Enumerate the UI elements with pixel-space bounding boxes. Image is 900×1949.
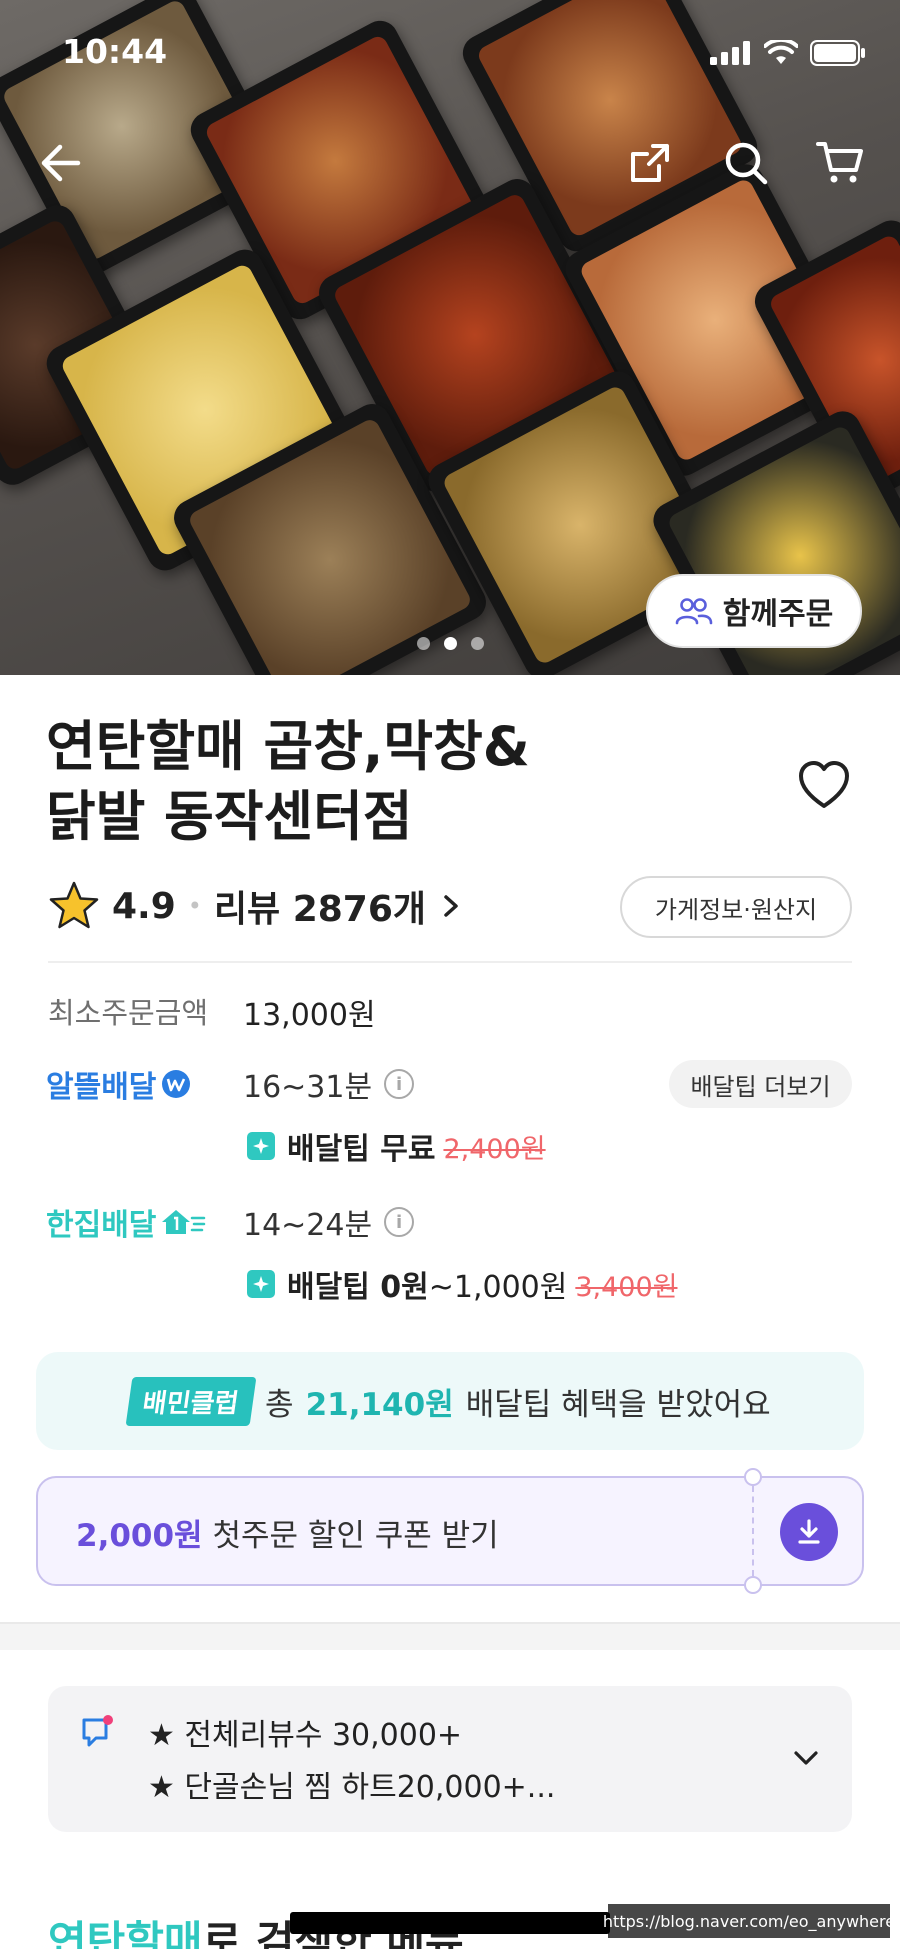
club-amount: 21,140원 <box>305 1386 454 1423</box>
chevron-down-icon[interactable] <box>790 1742 822 1774</box>
coupon-label: 첫주문 할인 쿠폰 받기 <box>212 1518 499 1554</box>
menu-heading-brand: 연탄할매 <box>48 1917 203 1949</box>
first-order-coupon[interactable]: 2,000원 첫주문 할인 쿠폰 받기 <box>36 1468 864 1594</box>
hanjip-time-row: 14~24분 i <box>243 1200 415 1244</box>
heart-icon <box>799 761 849 808</box>
back-arrow-icon <box>41 144 81 182</box>
baemin-club-banner[interactable]: 배민클럽 총 21,140원 배달팁 혜택을 받았어요 <box>36 1352 864 1450</box>
carousel-dot <box>470 637 484 650</box>
altteul-tip-label: 배달팁 무료 <box>287 1132 436 1167</box>
hanjip-tip-original: 3,400원 <box>575 1271 678 1303</box>
signal-icon <box>710 41 750 65</box>
altteul-tip-original: 2,400원 <box>443 1133 546 1165</box>
coupon-text: 2,000원 첫주문 할인 쿠폰 받기 <box>76 1510 499 1555</box>
coupon-separator <box>752 1486 754 1576</box>
blog-watermark: https://blog.naver.com/eo_anywhere <box>603 1904 895 1938</box>
star-icon <box>49 881 99 929</box>
baemin-club-badge: 배민클럽 <box>125 1376 257 1426</box>
altteul-tip-row: 배달팁 무료 2,400원 <box>247 1124 546 1168</box>
section-gap <box>0 1622 900 1650</box>
wifi-icon <box>764 40 798 64</box>
club-star-badge-icon <box>247 1132 275 1160</box>
notice-icon <box>82 1715 113 1747</box>
status-time: 10:44 <box>62 32 168 71</box>
house-badge-icon <box>162 1210 206 1234</box>
min-order-label: 최소주문금액 <box>48 996 209 1030</box>
cart-icon <box>816 142 863 183</box>
store-notice[interactable]: ★ 전체리뷰수 30,000+ ★ 단골손님 찜 하트20,000+... <box>48 1686 852 1832</box>
notice-line-2: ★ 단골손님 찜 하트20,000+... <box>148 1770 556 1805</box>
store-info-button[interactable]: 가게정보·원산지 <box>620 876 852 938</box>
altteul-delivery-brand: 알뜰배달 <box>46 1062 192 1106</box>
search-button[interactable] <box>718 135 774 191</box>
download-icon <box>798 1519 820 1544</box>
info-icon[interactable]: i <box>384 1069 415 1099</box>
cart-button[interactable] <box>812 135 868 191</box>
hanjip-tip-range: ~1,000원 <box>428 1270 568 1305</box>
altteul-brand-label: 알뜰배달 <box>46 1070 157 1105</box>
hanjip-time: 14~24분 <box>243 1208 373 1243</box>
back-button[interactable] <box>32 135 88 191</box>
divider <box>48 961 852 963</box>
hanjip-tip-row: 배달팁 0원 ~1,000원 3,400원 <box>247 1262 677 1306</box>
coupon-amount: 2,000원 <box>76 1518 203 1554</box>
min-order-value: 13,000원 <box>243 998 376 1033</box>
review-count: 리뷰 2876개 <box>213 889 427 930</box>
people-icon <box>675 598 713 625</box>
rating-separator: • <box>187 892 202 920</box>
coupon-download-button[interactable] <box>780 1503 838 1561</box>
won-badge-icon <box>162 1070 191 1098</box>
store-name-line2: 닭발 동작센터점 <box>46 785 413 848</box>
store-name: 연탄할매 곱창,막창& 닭발 동작센터점 <box>46 712 606 852</box>
carousel-dot-active <box>443 637 457 650</box>
favorite-button[interactable] <box>796 758 852 814</box>
notice-line-1: ★ 전체리뷰수 30,000+ <box>148 1718 463 1753</box>
more-tip-button[interactable]: 배달팁 더보기 <box>669 1060 852 1108</box>
share-icon <box>631 144 669 182</box>
status-icons <box>710 40 866 66</box>
club-prefix: 총 <box>265 1386 294 1423</box>
hanjip-tip-bold: 배달팁 0원 <box>287 1270 429 1305</box>
coupon-notch <box>744 1576 762 1594</box>
chevron-right-icon <box>444 895 458 917</box>
club-star-badge-icon <box>247 1270 275 1298</box>
altteul-time: 16~31분 <box>243 1070 373 1105</box>
share-button[interactable] <box>622 135 678 191</box>
rating-score: 4.9 <box>112 885 176 927</box>
info-icon[interactable]: i <box>384 1207 415 1237</box>
coupon-notch <box>744 1468 762 1486</box>
altteul-time-row: 16~31분 i <box>243 1062 415 1106</box>
group-order-button[interactable]: 함께주문 <box>646 574 862 648</box>
search-icon <box>725 142 768 185</box>
group-order-label: 함께주문 <box>722 597 834 632</box>
hanjip-delivery-brand: 한집배달 <box>46 1200 206 1244</box>
hanjip-brand-label: 한집배달 <box>46 1208 157 1243</box>
rating-row[interactable]: 4.9 • 리뷰 2876개 <box>48 876 464 936</box>
store-name-line1: 연탄할매 곱창,막창& <box>46 715 530 778</box>
redaction-bar <box>290 1912 610 1934</box>
club-suffix: 배달팁 혜택을 받았어요 <box>465 1386 771 1423</box>
carousel-dot <box>416 637 430 650</box>
store-hero-image[interactable]: 10:44 함께주문 <box>0 0 900 675</box>
battery-icon <box>810 40 865 66</box>
